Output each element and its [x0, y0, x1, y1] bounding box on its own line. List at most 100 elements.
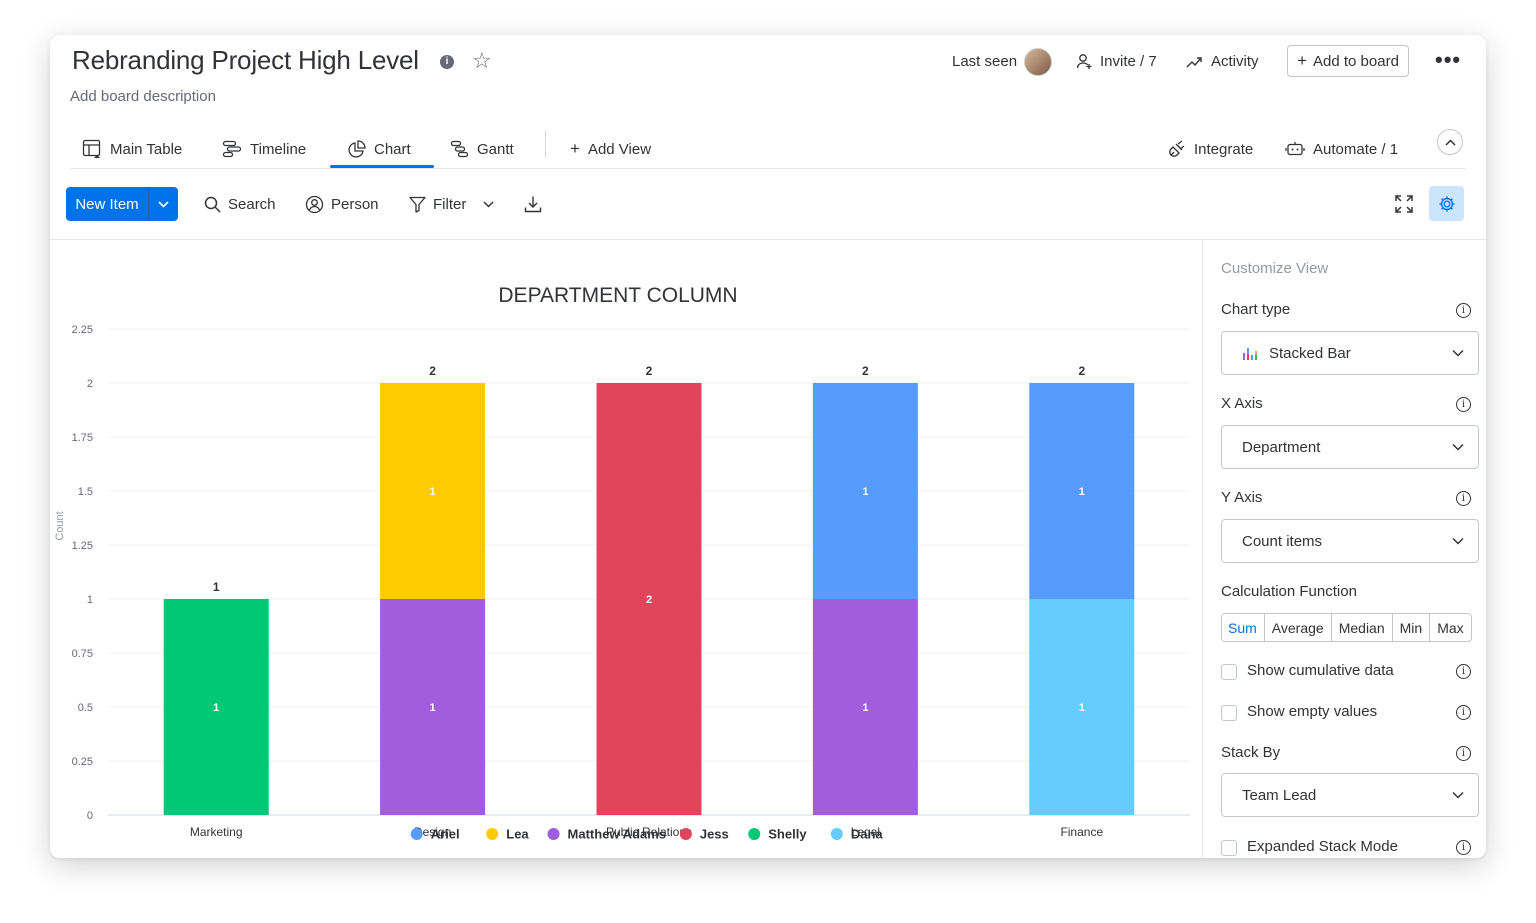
person-add-icon: [1076, 54, 1092, 69]
legend-item[interactable]: Shelly: [748, 827, 807, 842]
invite-button[interactable]: Invite / 7: [1076, 53, 1157, 70]
info-icon[interactable]: i: [1456, 303, 1471, 318]
legend-swatch: [410, 828, 423, 840]
y-axis-select[interactable]: Count items: [1221, 519, 1479, 563]
legend-item[interactable]: Ariel: [410, 827, 460, 842]
invite-label: Invite / 7: [1100, 53, 1157, 70]
chart-title: DEPARTMENT COLUMN: [498, 284, 737, 307]
collapse-header-button[interactable]: [1437, 129, 1463, 155]
filter-button[interactable]: Filter: [409, 187, 466, 221]
export-button[interactable]: [524, 187, 542, 221]
board-title[interactable]: Rebranding Project High Level: [72, 45, 419, 76]
integrate-icon: [1169, 140, 1185, 157]
show-cumulative-label: Show cumulative data: [1247, 662, 1394, 679]
calc-option-average[interactable]: Average: [1263, 614, 1331, 641]
filter-dropdown[interactable]: [483, 187, 494, 221]
activity-button[interactable]: Activity: [1186, 53, 1259, 70]
board-window: Rebranding Project High Level i ☆ Add bo…: [50, 35, 1486, 858]
chevron-down-icon: [483, 200, 494, 208]
calc-option-sum[interactable]: Sum: [1221, 614, 1265, 641]
y-tick-label: 1.5: [78, 486, 93, 498]
legend-item[interactable]: Jess: [679, 827, 729, 842]
y-tick-label: 1: [87, 594, 93, 606]
legend-swatch: [830, 828, 843, 840]
info-icon[interactable]: i: [1456, 746, 1471, 761]
y-tick-label: 2: [87, 378, 93, 390]
add-to-board-label: Add to board: [1313, 52, 1399, 70]
add-view-button[interactable]: + Add View: [570, 131, 651, 167]
activity-label: Activity: [1211, 53, 1259, 70]
avatar[interactable]: [1024, 48, 1052, 76]
automate-button[interactable]: Automate / 1: [1285, 131, 1398, 167]
info-icon[interactable]: i: [1456, 705, 1471, 720]
new-item-button[interactable]: New Item: [66, 187, 178, 221]
chevron-down-icon: [1452, 791, 1464, 799]
settings-button[interactable]: [1429, 186, 1464, 221]
person-icon: [305, 195, 324, 213]
legend-item[interactable]: Lea: [486, 827, 529, 842]
new-item-dropdown[interactable]: [148, 187, 178, 221]
segment-value-label: 1: [1079, 702, 1085, 714]
star-icon[interactable]: ☆: [472, 49, 492, 73]
info-icon[interactable]: i: [1456, 397, 1471, 412]
x-axis-label: X Axis: [1221, 395, 1263, 412]
tab-main-table[interactable]: Main Table: [82, 131, 182, 167]
bar-total-label: 1: [213, 580, 220, 594]
integrate-label: Integrate: [1194, 140, 1254, 158]
fullscreen-icon: [1395, 195, 1413, 213]
y-tick-label: 1.25: [72, 540, 93, 552]
chevron-down-icon: [1452, 349, 1464, 357]
tab-label: Gantt: [477, 140, 514, 158]
y-axis-value: Count items: [1242, 532, 1323, 550]
chart-type-select[interactable]: Stacked Bar: [1221, 331, 1479, 375]
legend-label: Lea: [506, 827, 529, 842]
show-empty-checkbox[interactable]: [1221, 705, 1237, 721]
last-seen-label[interactable]: Last seen: [952, 53, 1017, 70]
gear-icon: [1439, 196, 1454, 211]
person-label: Person: [331, 195, 379, 213]
y-axis-label: Y Axis: [1221, 489, 1263, 506]
tab-timeline[interactable]: Timeline: [222, 131, 306, 167]
more-options-icon[interactable]: •••: [1435, 47, 1461, 73]
info-icon[interactable]: i: [1456, 664, 1471, 679]
info-icon[interactable]: i: [440, 55, 454, 69]
expanded-stack-checkbox[interactable]: [1221, 840, 1237, 856]
calc-option-max[interactable]: Max: [1429, 614, 1470, 641]
activity-icon: [1186, 56, 1202, 67]
stack-by-select[interactable]: Team Lead: [1221, 773, 1479, 817]
x-axis-select[interactable]: Department: [1221, 425, 1479, 469]
tab-gantt[interactable]: Gantt: [450, 131, 514, 167]
bar-total-label: 2: [646, 364, 653, 378]
legend-swatch: [748, 828, 761, 840]
chevron-down-icon: [1452, 537, 1464, 545]
y-tick-label: 0.25: [72, 756, 93, 768]
automate-label: Automate / 1: [1313, 140, 1399, 158]
info-icon[interactable]: i: [1456, 840, 1471, 855]
plus-icon: +: [570, 139, 580, 158]
x-tick-label: Marketing: [190, 825, 243, 839]
search-button[interactable]: Search: [204, 187, 276, 221]
new-item-label[interactable]: New Item: [66, 187, 148, 221]
filter-label: Filter: [433, 195, 467, 213]
show-cumulative-checkbox[interactable]: [1221, 664, 1237, 680]
info-icon[interactable]: i: [1456, 491, 1471, 506]
legend-item[interactable]: Dana: [830, 827, 884, 842]
robot-icon: [1285, 142, 1305, 156]
calc-option-median[interactable]: Median: [1330, 614, 1392, 641]
y-tick-label: 1.75: [72, 432, 93, 444]
board-description[interactable]: Add board description: [70, 88, 216, 105]
integrate-button[interactable]: Integrate: [1168, 131, 1253, 167]
calculation-function-segmented: Sum Average Median Min Max: [1221, 613, 1472, 642]
tab-chart[interactable]: Chart: [347, 131, 411, 167]
x-tick-label: Finance: [1060, 825, 1103, 839]
expanded-stack-label: Expanded Stack Mode: [1247, 838, 1398, 855]
add-to-board-button[interactable]: + Add to board: [1287, 45, 1409, 77]
bar-total-label: 2: [1078, 364, 1085, 378]
fullscreen-button[interactable]: [1395, 187, 1413, 221]
add-view-label: Add View: [587, 140, 652, 158]
legend-item[interactable]: Matthew Adams: [547, 827, 666, 842]
calc-option-min[interactable]: Min: [1391, 614, 1430, 641]
y-tick-label: 2.25: [72, 324, 93, 336]
person-filter-button[interactable]: Person: [305, 187, 379, 221]
segment-value-label: 1: [430, 486, 436, 498]
